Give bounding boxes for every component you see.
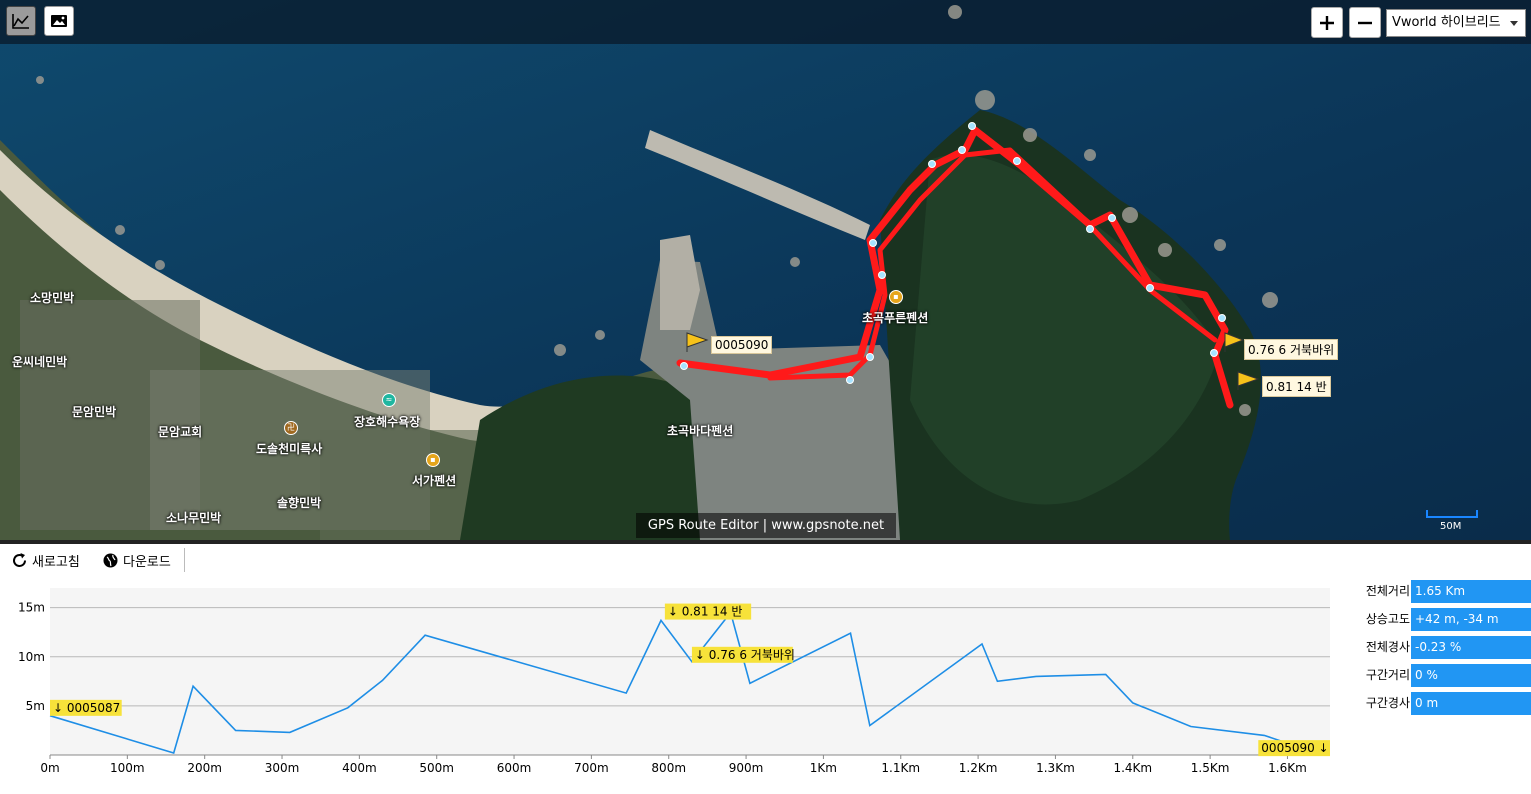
zoom-out-button[interactable] (1349, 7, 1381, 38)
place-label: 솔향민박 (277, 496, 322, 510)
stat-value: 0 % (1411, 664, 1531, 687)
map-layer-select[interactable]: Vworld 하이브리드 (1386, 9, 1526, 37)
place-label: 소망민박 (30, 291, 75, 305)
panel-divider[interactable] (0, 540, 1531, 544)
x-tick-label: 600m (497, 761, 532, 775)
plus-icon (1320, 15, 1334, 30)
place-label: 장호해수욕장 (354, 415, 421, 429)
stat-value: 1.65 Km (1411, 580, 1531, 603)
x-tick-label: 300m (265, 761, 300, 775)
elevation-chart-toggle-button[interactable] (6, 6, 36, 36)
waypoint-label[interactable]: 0.81 14 반 (1262, 376, 1331, 397)
place-label: 초곡푸른펜션 (862, 311, 929, 325)
minus-icon (1358, 21, 1372, 24)
stat-label: 구간경사 (1365, 696, 1410, 710)
refresh-icon (13, 552, 26, 567)
beach-poi-icon: ≈ (382, 393, 396, 407)
stat-row: 구간거리 0 % (1340, 664, 1531, 687)
map-view[interactable]: Vworld 하이브리드 소망민박 운씨네민박 문암민박 문암교회 도솔천미륵사… (0, 0, 1531, 540)
place-label: 서가펜션 (412, 474, 457, 488)
x-tick-label: 1.2Km (959, 761, 998, 775)
x-tick-label: 100m (110, 761, 145, 775)
stat-value: +42 m, -34 m (1411, 608, 1531, 631)
x-tick-label: 1Km (810, 761, 837, 775)
stat-label: 구간거리 (1365, 668, 1410, 682)
stat-value: 0 m (1411, 692, 1531, 715)
place-label: 운씨네민박 (12, 355, 68, 369)
place-label: 소나무민박 (166, 511, 222, 525)
x-tick-label: 0m (40, 761, 59, 775)
y-tick-label: 5m (26, 699, 45, 713)
refresh-label: 새로고침 (32, 554, 80, 570)
stat-label: 전체거리 (1365, 584, 1410, 598)
place-label: 도솔천미륵사 (256, 442, 323, 456)
lodging-poi-icon: ▪ (426, 453, 440, 467)
y-tick-label: 15m (18, 601, 45, 615)
x-tick-label: 500m (419, 761, 454, 775)
x-tick-label: 1.6Km (1268, 761, 1307, 775)
satellite-imagery[interactable] (0, 0, 1531, 540)
elevation-chart[interactable]: 5m 10m 15m 0m 100m 200m 300m 400m 500m 600m 700m 80… (0, 580, 1340, 794)
stat-row: 구간경사 0 m (1340, 692, 1531, 715)
x-tick-label: 1.5Km (1191, 761, 1230, 775)
stat-value: -0.23 % (1411, 636, 1531, 659)
waypoint-annotation: ↓ 0.81 14 반 (668, 605, 743, 619)
waypoint-annotation: ↓ 0.76 6 거북바위 (695, 648, 795, 662)
globe-icon (103, 553, 118, 567)
x-tick-label: 900m (729, 761, 764, 775)
stat-row: 상승고도 +42 m, -34 m (1340, 608, 1531, 631)
waypoint-annotation: ↓ 0005087 (53, 701, 120, 715)
stat-label: 상승고도 (1365, 612, 1410, 626)
place-label: 초곡바다펜션 (667, 424, 734, 438)
map-attribution: GPS Route Editor | www.gpsnote.net (636, 513, 896, 538)
place-label: 문암교회 (158, 425, 203, 439)
stat-row: 전체경사 -0.23 % (1340, 636, 1531, 659)
lodging-poi-icon: ▪ (889, 290, 903, 304)
scale-label: 50M (1440, 521, 1462, 532)
waypoint-annotation: 0005090 ↓ (1261, 741, 1328, 755)
waypoint-label[interactable]: 0.76 6 거북바위 (1244, 339, 1339, 360)
scale-bar (1426, 510, 1478, 518)
place-label: 문암민박 (72, 405, 117, 419)
x-tick-label: 800m (651, 761, 686, 775)
zoom-in-button[interactable] (1311, 7, 1343, 38)
x-tick-label: 1.3Km (1036, 761, 1075, 775)
x-tick-label: 400m (342, 761, 377, 775)
image-toggle-button[interactable] (44, 6, 74, 36)
x-tick-label: 1.1Km (881, 761, 920, 775)
x-tick-label: 200m (187, 761, 222, 775)
map-layer-value: Vworld 하이브리드 (1392, 15, 1501, 30)
chevron-down-icon (1510, 21, 1518, 26)
download-button[interactable]: 다운로드 (102, 546, 171, 574)
image-icon (51, 15, 67, 27)
temple-poi-icon: 卍 (284, 421, 298, 435)
refresh-button[interactable]: 새로고침 (11, 546, 80, 574)
stat-row: 전체거리 1.65 Km (1340, 580, 1531, 603)
x-tick-label: 700m (574, 761, 609, 775)
download-label: 다운로드 (123, 554, 171, 570)
x-tick-label: 1.4Km (1113, 761, 1152, 775)
stat-label: 전체경사 (1365, 640, 1410, 654)
toolbar-separator (184, 548, 185, 572)
waypoint-label[interactable]: 0005090 (711, 336, 773, 354)
chart-icon (12, 14, 29, 29)
y-tick-label: 10m (18, 650, 45, 664)
